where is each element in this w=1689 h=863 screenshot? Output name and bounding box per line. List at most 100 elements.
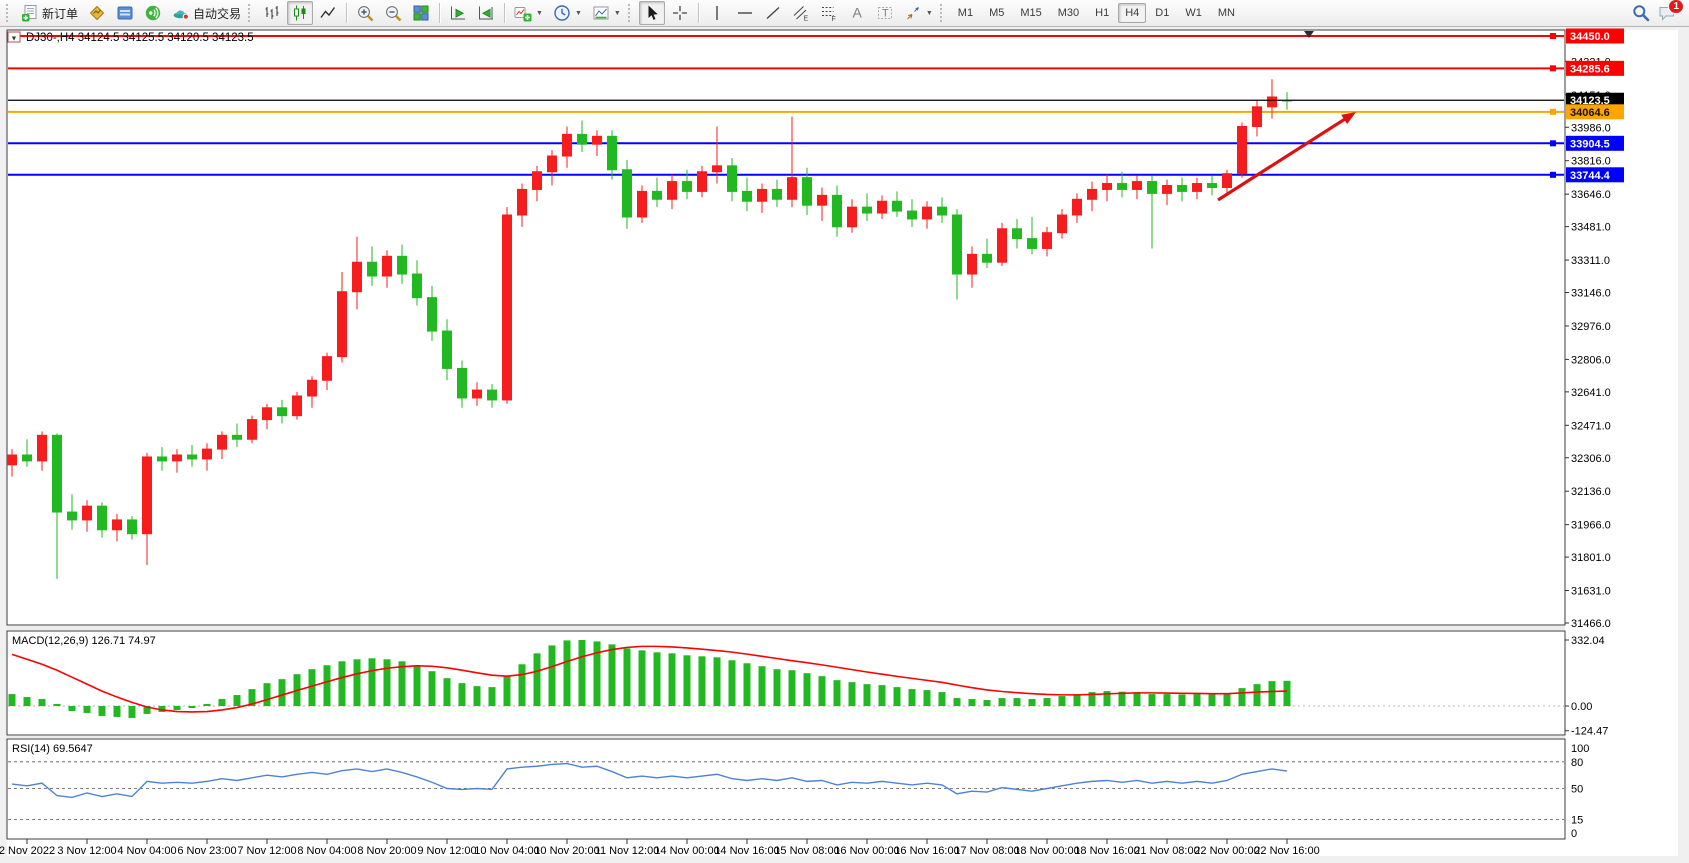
hline-button[interactable] (732, 1, 758, 25)
candle (968, 254, 977, 274)
zoom-out-button[interactable] (380, 1, 406, 25)
fibo-button[interactable]: F (816, 1, 842, 25)
timeframe-w1-button[interactable]: W1 (1178, 3, 1209, 23)
candle (443, 331, 452, 368)
macd-bar (789, 670, 796, 706)
channel-button[interactable]: E (788, 1, 814, 25)
panel-splitter[interactable] (7, 626, 1565, 630)
timeframe-mn-button[interactable]: MN (1211, 3, 1242, 23)
chart-shift-button[interactable] (473, 1, 499, 25)
candle (893, 201, 902, 211)
line-handle[interactable] (1550, 65, 1556, 71)
timeframe-m5-button[interactable]: M5 (982, 3, 1011, 23)
macd-bar (444, 678, 451, 706)
notifications-button[interactable]: 1 (1657, 3, 1677, 23)
crosshair-button[interactable] (667, 1, 693, 25)
candle (683, 182, 692, 192)
text-icon: A (848, 4, 866, 22)
candle (158, 457, 167, 461)
panel-splitter[interactable] (7, 736, 1565, 738)
candle (398, 256, 407, 274)
market-watch-button[interactable] (112, 1, 138, 25)
zoom-in-button[interactable] (352, 1, 378, 25)
timeframe-h4-button[interactable]: H4 (1118, 3, 1146, 23)
periods-button[interactable]: ▼ (549, 1, 586, 25)
line-chart-icon (319, 4, 337, 22)
svg-text:31801.0: 31801.0 (1571, 552, 1611, 564)
macd-bar (99, 706, 106, 716)
timeframe-h1-button[interactable]: H1 (1088, 3, 1116, 23)
svg-text:3 Nov 12:00: 3 Nov 12:00 (57, 845, 116, 857)
line-chart-button[interactable] (315, 1, 341, 25)
macd-bar (759, 666, 766, 706)
line-handle[interactable] (1550, 109, 1556, 115)
svg-text:32136.0: 32136.0 (1571, 486, 1611, 498)
chevron-down-icon[interactable]: ▼ (614, 10, 621, 17)
candle (338, 292, 347, 357)
macd-bar (459, 683, 466, 706)
candle (1118, 184, 1127, 190)
timeframe-m15-button[interactable]: M15 (1013, 3, 1048, 23)
signals-button[interactable] (140, 1, 166, 25)
hline-icon (736, 4, 754, 22)
macd-bar (564, 640, 571, 706)
templates-button[interactable]: ▼ (588, 1, 625, 25)
trendline-button[interactable] (760, 1, 786, 25)
candle (233, 435, 242, 439)
line-handle[interactable] (1550, 33, 1556, 39)
candle (53, 435, 62, 512)
macd-bar (1224, 693, 1231, 706)
candle (668, 182, 677, 200)
chart-canvas[interactable]: 34321.034151.033986.033816.033646.033481… (0, 0, 1689, 863)
main-chart-panel[interactable] (7, 30, 1565, 625)
macd-bar (744, 663, 751, 706)
timeframe-m30-button[interactable]: M30 (1051, 3, 1086, 23)
toolbar-grip (940, 4, 946, 22)
svg-text:9 Nov 12:00: 9 Nov 12:00 (417, 845, 476, 857)
auto-scroll-button[interactable] (445, 1, 471, 25)
svg-text:14 Nov 16:00: 14 Nov 16:00 (714, 845, 779, 857)
chevron-down-icon[interactable]: ▼ (926, 10, 933, 17)
signals-icon (144, 4, 162, 22)
candle (773, 189, 782, 199)
chevron-down-icon[interactable]: ▼ (575, 10, 582, 17)
svg-text:18 Nov 16:00: 18 Nov 16:00 (1074, 845, 1139, 857)
candle (1148, 182, 1157, 194)
svg-text:31966.0: 31966.0 (1571, 520, 1611, 532)
tile-windows-button[interactable] (408, 1, 434, 25)
bar-chart-button[interactable] (259, 1, 285, 25)
timeframe-d1-button[interactable]: D1 (1148, 3, 1176, 23)
candle (1013, 229, 1022, 239)
indicators-button[interactable]: ▼ (510, 1, 547, 25)
new-order-button[interactable]: 新订单 (17, 1, 82, 25)
candlestick-button[interactable] (287, 1, 313, 25)
line-handle[interactable] (1550, 172, 1556, 178)
macd-bar (669, 653, 676, 706)
svg-text:32976.0: 32976.0 (1571, 321, 1611, 333)
rsi-panel[interactable] (7, 739, 1565, 839)
chevron-down-icon[interactable]: ▼ (536, 10, 543, 17)
macd-panel[interactable] (7, 631, 1565, 735)
mt4-window: 新订单 自动交易 ▼ ▼ ▼ EFAT ▼ M1M5M15M30H1H4D1W1MN 1 343… (0, 0, 1689, 863)
vline-button[interactable] (704, 1, 730, 25)
arrows-button[interactable]: ▼ (900, 1, 937, 25)
line-handle[interactable] (1550, 140, 1556, 146)
macd-bar (834, 680, 841, 706)
label-button[interactable]: T (872, 1, 898, 25)
search-icon[interactable] (1631, 3, 1651, 23)
candle (68, 512, 77, 520)
crosshair-icon (671, 4, 689, 22)
macd-bar (474, 686, 481, 706)
macd-bar (129, 706, 136, 718)
macd-bar (939, 692, 946, 706)
candle (383, 256, 392, 276)
cursor-button[interactable] (639, 1, 665, 25)
macd-bar (864, 684, 871, 706)
macd-bar (1194, 694, 1201, 706)
timeframe-m1-button[interactable]: M1 (951, 3, 980, 23)
toolbar-separator (504, 3, 505, 23)
autotrade-button[interactable]: 自动交易 (168, 1, 245, 25)
new-chart-button[interactable] (84, 1, 110, 25)
candle (953, 215, 962, 274)
text-button[interactable]: A (844, 1, 870, 25)
